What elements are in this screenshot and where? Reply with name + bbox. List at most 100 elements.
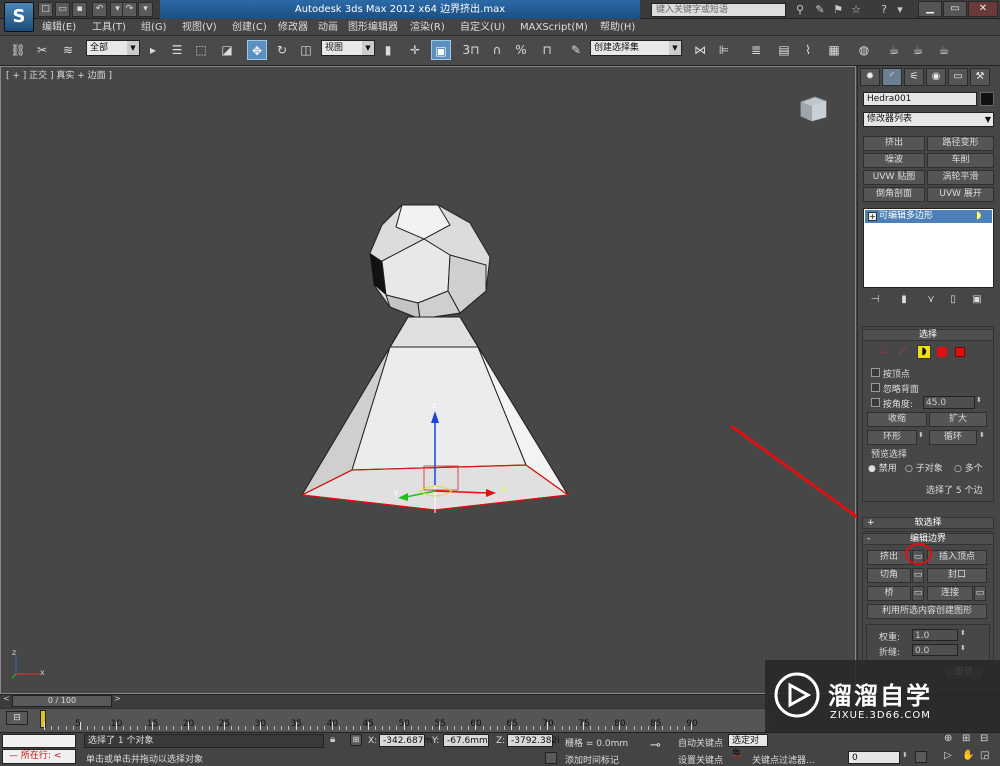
object-color-swatch[interactable] (980, 92, 994, 106)
subscription-icon[interactable]: ⚑ (830, 2, 846, 17)
undo-icon[interactable]: ↶ (92, 2, 107, 17)
border-mode-icon[interactable]: ◗ (917, 345, 931, 359)
spinner-snap-icon[interactable]: ⊓ (537, 40, 557, 60)
edit-borders-rollout-header[interactable]: - 编辑边界 (862, 533, 994, 545)
named-selection-dropdown[interactable]: 创建选择集 ▼ (590, 40, 682, 56)
auto-key-button[interactable]: 自动关键点 (678, 736, 723, 749)
close-button[interactable]: ✕ (968, 1, 998, 17)
viewport-label[interactable]: [ + ] 正交 ] 真实 + 边面 ] (6, 68, 112, 81)
lathe-modifier-button[interactable]: 车削 (927, 153, 994, 168)
open-file-icon[interactable]: ▭ (55, 2, 70, 17)
cap-button[interactable]: 封口 (927, 568, 987, 583)
redo-icon[interactable]: ↷ (122, 2, 137, 17)
rectangular-selection-icon[interactable]: ⬚ (191, 40, 211, 60)
angle-snap-icon[interactable]: ∩ (487, 40, 507, 60)
save-icon[interactable]: ▪ (72, 2, 87, 17)
zoom-all-icon[interactable]: ⊞ (962, 733, 976, 747)
select-and-scale-icon[interactable]: ◫ (296, 40, 316, 60)
maximize-viewport-icon[interactable]: ◲ (980, 750, 994, 764)
crease-spinner[interactable]: 0.0 (912, 644, 958, 656)
bridge-button[interactable]: 桥 (867, 586, 911, 601)
create-tab-icon[interactable]: ✹ (860, 68, 880, 86)
hedra-model[interactable] (290, 195, 590, 525)
uvw-map-modifier-button[interactable]: UVW 贴图 (863, 170, 925, 185)
minimize-button[interactable]: ▁ (918, 1, 942, 17)
menu-create[interactable]: 创建(C) (232, 19, 267, 36)
bridge-settings-button[interactable]: ▭ (912, 586, 924, 601)
z-coordinate-field[interactable]: -3792.382i (507, 734, 560, 747)
y-coordinate-field[interactable]: -67.6mm (443, 734, 489, 747)
viewcube-icon[interactable] (798, 95, 828, 123)
turbosmooth-modifier-button[interactable]: 涡轮平滑 (927, 170, 994, 185)
connect-settings-button[interactable]: ▭ (974, 586, 986, 601)
crease-spinner-arrows-icon[interactable]: ⬍ (960, 644, 966, 652)
maximize-button[interactable]: ▭ (943, 1, 967, 17)
select-object-icon[interactable]: ▸ (143, 40, 163, 60)
edge-mode-icon[interactable]: ⟋ (899, 346, 906, 357)
loop-spinner-icon[interactable]: ⬍ (979, 431, 985, 439)
vertex-mode-icon[interactable]: ∴ (880, 346, 886, 357)
graphite-modeling-icon[interactable]: ▤ (774, 40, 794, 60)
ring-spinner-icon[interactable]: ⬍ (918, 431, 924, 439)
x-coordinate-field[interactable]: -342.687m (379, 734, 432, 747)
time-marker[interactable] (40, 710, 46, 728)
noise-modifier-button[interactable]: 噪波 (863, 153, 925, 168)
hierarchy-tab-icon[interactable]: ⚟ (904, 68, 924, 86)
reference-coordinate-dropdown[interactable]: 视图 ▼ (321, 40, 375, 56)
render-production-icon[interactable]: ☕ (934, 40, 954, 60)
material-editor-icon[interactable]: ◍ (854, 40, 874, 60)
zoom-extents-icon[interactable]: ⊟ (980, 733, 994, 747)
tools-icon[interactable]: ✎ (812, 2, 828, 17)
menu-edit[interactable]: 编辑(E) (42, 19, 76, 36)
object-name-field[interactable]: Hedra001 (863, 92, 977, 106)
key-filters-button[interactable]: 关键点过滤器... (752, 753, 815, 766)
display-tab-icon[interactable]: ▭ (948, 68, 968, 86)
menu-rendering[interactable]: 渲染(R) (410, 19, 445, 36)
search-input[interactable]: 键入关键字或短语 (651, 3, 786, 17)
select-and-move-icon[interactable]: ✥ (247, 40, 267, 60)
frame-spinner-arrows-icon[interactable]: ⬍ (902, 751, 908, 759)
window-crossing-icon[interactable]: ◪ (217, 40, 237, 60)
unwrap-uvw-modifier-button[interactable]: UVW 展开 (927, 187, 994, 202)
field-of-view-icon[interactable]: ▷ (944, 750, 958, 764)
keyboard-shortcut-override-icon[interactable]: ▣ (431, 40, 451, 60)
time-prev-arrow-icon[interactable]: < (3, 694, 10, 703)
mini-curve-editor-icon[interactable]: ⊟ (6, 711, 28, 725)
time-tag-icon[interactable] (545, 752, 557, 764)
preview-disabled-radio[interactable]: ● 禁用 (868, 461, 897, 474)
preview-multi-radio[interactable]: ○ 多个 (954, 461, 983, 474)
time-next-arrow-icon[interactable]: > (114, 694, 121, 703)
set-key-button[interactable]: 设置关键点 (678, 753, 723, 766)
shrink-button[interactable]: 收缩 (867, 412, 927, 427)
menu-help[interactable]: 帮助(H) (600, 19, 635, 36)
menu-group[interactable]: 组(G) (141, 19, 167, 36)
pan-icon[interactable]: ✋ (962, 750, 976, 764)
configure-sets-icon[interactable]: ▣ (968, 292, 986, 308)
pin-stack-icon[interactable]: ⊣ (866, 292, 884, 308)
connect-button[interactable]: 连接 (927, 586, 973, 601)
make-unique-icon[interactable]: ⋎ (922, 292, 940, 308)
time-slider-thumb[interactable]: 0 / 100 (12, 695, 112, 707)
menu-modifiers[interactable]: 修改器 (278, 19, 308, 36)
chamfer-settings-button[interactable]: ▭ (912, 568, 924, 583)
modify-tab-icon[interactable]: ◜ (882, 68, 902, 86)
help-dropdown-icon[interactable]: ▾ (892, 2, 908, 17)
pivot-center-icon[interactable]: ▮ (378, 40, 398, 60)
percent-snap-icon[interactable]: % (511, 40, 531, 60)
curve-editor-icon[interactable]: ⌇ (798, 40, 818, 60)
by-vertex-checkbox[interactable]: 按顶点 (871, 367, 910, 380)
mirror-icon[interactable]: ⋈ (690, 40, 710, 60)
rendered-frame-icon[interactable]: ☕ (908, 40, 928, 60)
binoculars-icon[interactable]: ⚲ (792, 2, 808, 17)
ring-button[interactable]: 环形 (867, 430, 917, 445)
redo-dropdown-icon[interactable]: ▾ (138, 2, 153, 17)
create-shape-button[interactable]: 利用所选内容创建图形 (867, 604, 987, 619)
unlink-icon[interactable]: ✂ (32, 40, 52, 60)
angle-spinner-arrows-icon[interactable]: ⬍ (976, 396, 982, 404)
polygon-mode-icon[interactable] (937, 347, 947, 357)
edit-named-selection-icon[interactable]: ✎ (566, 40, 586, 60)
help-icon[interactable]: ? (876, 2, 892, 17)
current-frame-field[interactable]: 0 (848, 751, 900, 764)
show-end-result-icon[interactable]: ▮ (895, 292, 913, 308)
select-and-rotate-icon[interactable]: ↻ (272, 40, 292, 60)
